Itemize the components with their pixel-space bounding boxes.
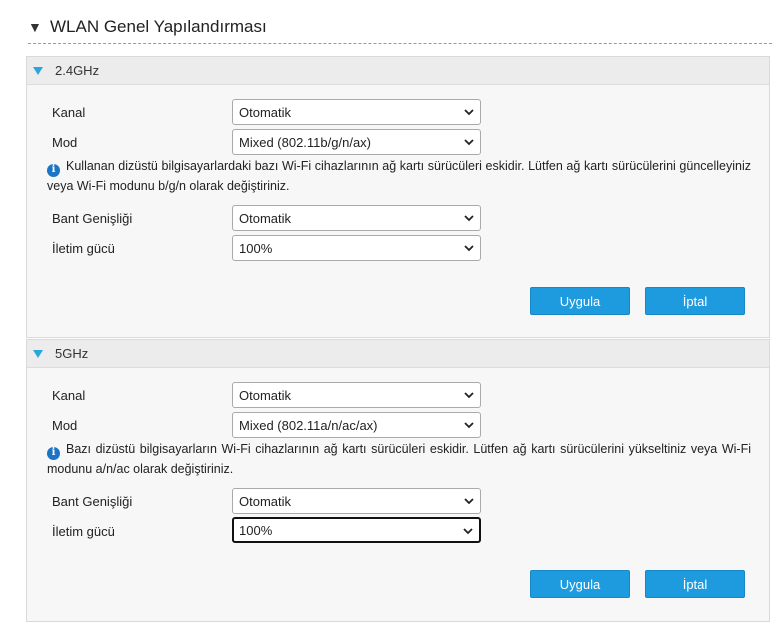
page-title-text: WLAN Genel Yapılandırması	[50, 16, 267, 36]
power-select-value: 100%	[239, 240, 273, 256]
channel-label: Kanal	[52, 387, 86, 403]
mode-select-24[interactable]: Mixed (802.11b/g/n/ax)	[232, 129, 481, 155]
bandwidth-select-value: Otomatik	[239, 210, 292, 226]
mode-select-5[interactable]: Mixed (802.11a/n/ac/ax)	[232, 412, 481, 438]
bandwidth-row: Bant Genişliği	[52, 206, 232, 230]
panel-24ghz: 2.4GHz Kanal Otomatik Mod Mixed (802.11b…	[26, 56, 770, 338]
collapse-triangle-icon[interactable]: ▼	[28, 19, 50, 35]
power-label: İletim gücü	[52, 240, 115, 256]
channel-select-24[interactable]: Otomatik	[232, 99, 481, 125]
power-row: İletim gücü	[52, 519, 232, 543]
mode-row: Mod	[52, 413, 232, 437]
panel-24ghz-header[interactable]: 2.4GHz	[27, 57, 769, 85]
chevron-down-icon	[463, 528, 473, 535]
info-icon: i	[47, 163, 60, 177]
bandwidth-select-24[interactable]: Otomatik	[232, 205, 481, 231]
channel-label: Kanal	[52, 104, 86, 120]
bandwidth-select-value: Otomatik	[239, 493, 292, 509]
expand-triangle-icon[interactable]	[33, 66, 43, 75]
panel-24ghz-title: 2.4GHz	[55, 63, 100, 78]
chevron-down-icon	[464, 422, 474, 429]
chevron-down-icon	[464, 498, 474, 505]
info-icon: i	[47, 446, 60, 460]
expand-triangle-icon[interactable]	[33, 349, 43, 358]
cancel-button-24[interactable]: İptal	[645, 287, 745, 315]
driver-note-text: Kullanan dizüstü bilgisayarlardaki bazı …	[47, 159, 751, 193]
chevron-down-icon	[464, 109, 474, 116]
apply-button-5[interactable]: Uygula	[530, 570, 630, 598]
bandwidth-row: Bant Genişliği	[52, 489, 232, 513]
channel-select-5[interactable]: Otomatik	[232, 382, 481, 408]
mode-row: Mod	[52, 130, 232, 154]
mode-label: Mod	[52, 134, 78, 150]
chevron-down-icon	[464, 215, 474, 222]
panel-5ghz-title: 5GHz	[55, 346, 89, 361]
panel-5ghz: 5GHz Kanal Otomatik Mod Mixed (802.11a/n…	[26, 339, 770, 622]
power-select-5[interactable]: 100%	[232, 517, 481, 543]
bandwidth-label: Bant Genişliği	[52, 493, 133, 509]
power-label: İletim gücü	[52, 523, 115, 539]
cancel-button-5[interactable]: İptal	[645, 570, 745, 598]
mode-label: Mod	[52, 417, 78, 433]
power-select-value: 100%	[239, 522, 273, 538]
driver-note-24: i Kullanan dizüstü bilgisayarlardaki bazı…	[47, 157, 751, 195]
mode-select-value: Mixed (802.11b/g/n/ax)	[239, 134, 371, 150]
bandwidth-label: Bant Genişliği	[52, 210, 133, 226]
page-title[interactable]: ▼ WLAN Genel Yapılandırması	[28, 10, 772, 44]
bandwidth-select-5[interactable]: Otomatik	[232, 488, 481, 514]
chevron-down-icon	[464, 245, 474, 252]
channel-row: Kanal	[52, 383, 232, 407]
power-row: İletim gücü	[52, 236, 232, 260]
channel-row: Kanal	[52, 100, 232, 124]
channel-select-value: Otomatik	[239, 387, 292, 403]
chevron-down-icon	[464, 392, 474, 399]
channel-select-value: Otomatik	[239, 104, 292, 120]
driver-note-text: Bazı dizüstü bilgisayarların Wi-Fi cihaz…	[47, 442, 751, 476]
chevron-down-icon	[464, 139, 474, 146]
panel-5ghz-header[interactable]: 5GHz	[27, 340, 769, 368]
power-select-24[interactable]: 100%	[232, 235, 481, 261]
driver-note-5: i Bazı dizüstü bilgisayarların Wi-Fi ciha…	[47, 440, 751, 478]
apply-button-24[interactable]: Uygula	[530, 287, 630, 315]
mode-select-value: Mixed (802.11a/n/ac/ax)	[239, 417, 378, 433]
